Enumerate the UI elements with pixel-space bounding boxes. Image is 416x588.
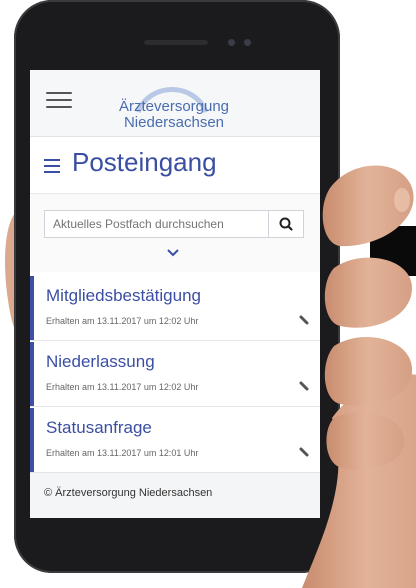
- message-item[interactable]: Mitgliedsbestätigung Erhalten am 13.11.2…: [30, 276, 320, 341]
- search-input[interactable]: [44, 210, 268, 238]
- app-header: Ärzteversorgung Niedersachsen: [30, 70, 320, 137]
- page-title: Posteingang: [72, 147, 217, 177]
- message-date: Erhalten am 13.11.2017 um 12:02 Uhr: [46, 316, 199, 326]
- message-item[interactable]: Niederlassung Erhalten am 13.11.2017 um …: [30, 342, 320, 407]
- footer-copyright: © Ärzteversorgung Niedersachsen: [44, 487, 213, 499]
- app-footer: © Ärzteversorgung Niedersachsen: [30, 472, 320, 518]
- message-item[interactable]: Statusanfrage Erhalten am 13.11.2017 um …: [30, 408, 320, 473]
- attachment-icon: [299, 447, 309, 457]
- phone-screen: Ärzteversorgung Niedersachsen Posteingan…: [30, 70, 320, 518]
- search-area: [30, 194, 320, 272]
- message-indicator: [30, 342, 34, 406]
- phone-top-sensors: [144, 38, 254, 48]
- search-icon: [279, 217, 293, 231]
- search-button[interactable]: [268, 210, 304, 238]
- message-date: Erhalten am 13.11.2017 um 12:01 Uhr: [46, 448, 199, 458]
- camera-dot: [244, 39, 251, 46]
- message-subject: Mitgliedsbestätigung: [46, 286, 201, 305]
- message-indicator: [30, 408, 34, 472]
- message-subject: Statusanfrage: [46, 418, 152, 437]
- logo-text-line1: Ärzteversorgung: [118, 98, 230, 115]
- logo-text-line2: Niedersachsen: [123, 114, 225, 131]
- list-menu-icon[interactable]: [44, 157, 60, 178]
- sensor-dot: [228, 39, 235, 46]
- message-date: Erhalten am 13.11.2017 um 12:02 Uhr: [46, 382, 199, 392]
- attachment-icon: [299, 381, 309, 391]
- chevron-down-icon[interactable]: [166, 248, 180, 258]
- phone-speaker: [144, 40, 208, 45]
- message-indicator: [30, 276, 34, 340]
- attachment-icon: [299, 315, 309, 325]
- title-row: Posteingang: [30, 137, 320, 194]
- menu-icon[interactable]: [46, 92, 72, 110]
- message-subject: Niederlassung: [46, 352, 155, 371]
